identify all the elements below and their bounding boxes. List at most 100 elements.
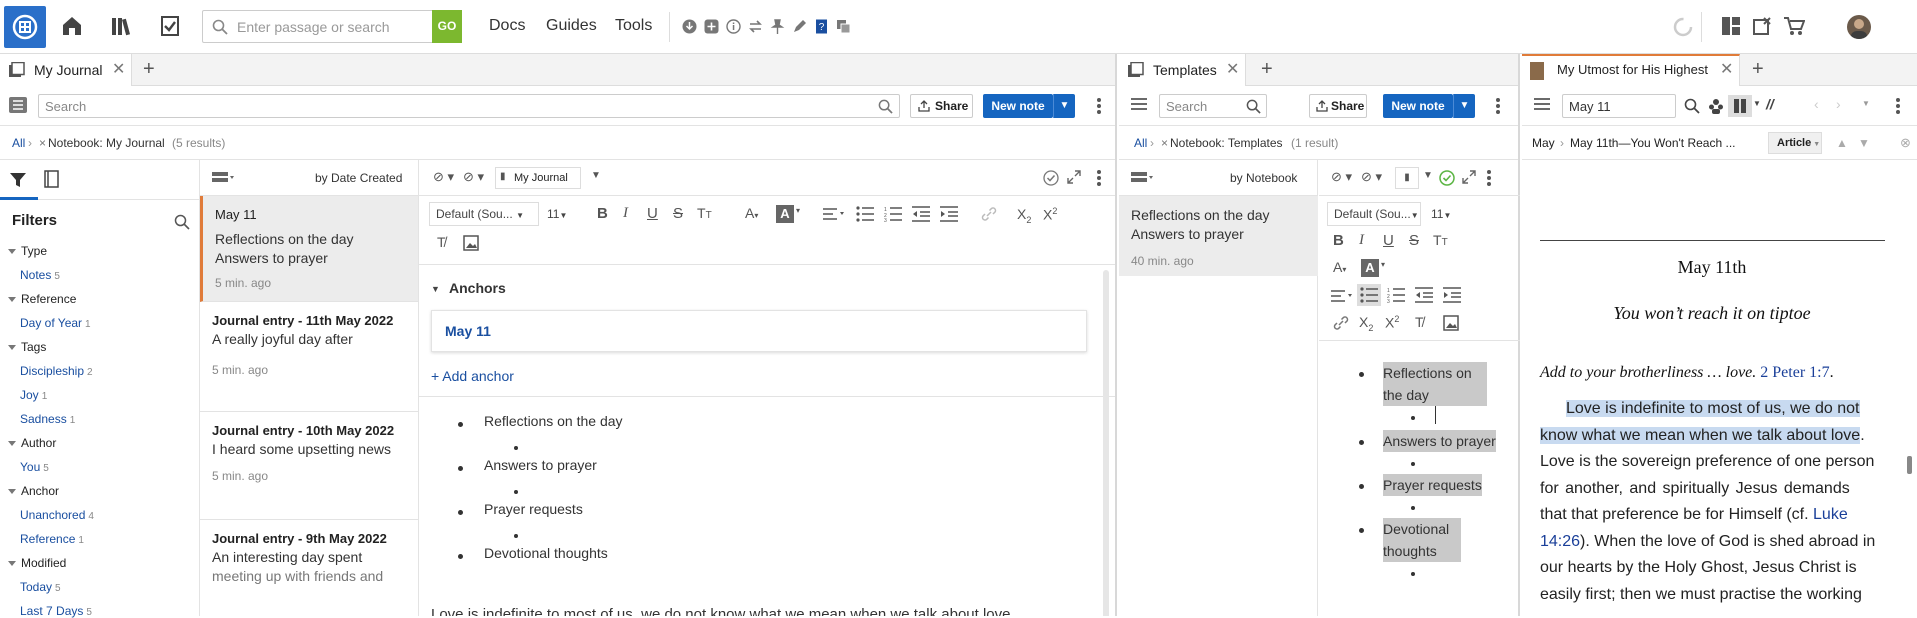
view-icon[interactable] <box>212 172 234 184</box>
filter-group-type[interactable]: Type <box>8 244 47 258</box>
note-card[interactable]: Journal entry - 11th May 2022 A really j… <box>200 302 418 412</box>
clear-icon[interactable]: ⊘ ▾ <box>1331 169 1352 185</box>
text-size-button[interactable]: TT <box>697 205 712 221</box>
more-icon[interactable] <box>1097 170 1101 186</box>
outdent-icon[interactable] <box>1415 287 1433 303</box>
people-icon[interactable] <box>1708 98 1724 114</box>
bullet-text[interactable]: Devotional thoughts <box>484 545 608 561</box>
underline-button[interactable]: U <box>647 205 658 222</box>
article-view-select[interactable]: Article ▼ <box>1768 132 1822 154</box>
crumb-all[interactable]: All <box>1134 126 1147 160</box>
numbered-list-icon[interactable]: 123 <box>1387 287 1405 303</box>
tab-my-utmost[interactable]: My Utmost for His Highest ✕ <box>1522 54 1740 86</box>
font-select[interactable]: Default (Sou... ▼ <box>429 202 539 226</box>
close-tab-icon[interactable]: ✕ <box>1226 54 1239 86</box>
clear-format-icon[interactable]: ⊘ ▾ <box>463 169 484 185</box>
pin-icon[interactable] <box>770 19 785 34</box>
insert-image-icon[interactable] <box>1443 315 1459 331</box>
journal-search[interactable] <box>38 94 900 118</box>
reference-box[interactable] <box>1562 94 1676 118</box>
share-button[interactable]: Share <box>910 94 973 118</box>
highlight-dropdown[interactable]: ▾ <box>1381 260 1385 269</box>
outdent-icon[interactable] <box>912 206 930 222</box>
share-button[interactable]: Share <box>1309 94 1367 118</box>
new-note-button[interactable]: New note <box>983 94 1053 118</box>
underline-button[interactable]: U <box>1383 232 1394 249</box>
passage-search-input[interactable] <box>237 17 417 37</box>
download-icon[interactable] <box>682 19 697 34</box>
clear-format-icon[interactable]: ⊘ ▾ <box>1361 169 1382 185</box>
bold-button[interactable]: B <box>597 205 608 222</box>
numbered-list-icon[interactable]: 123 <box>884 206 902 222</box>
bullet-text[interactable]: Answers to prayer <box>1383 430 1496 452</box>
align-icon[interactable] <box>1331 290 1353 302</box>
insert-image-icon[interactable] <box>463 235 479 251</box>
more-icon[interactable] <box>1097 98 1101 114</box>
journal-search-input[interactable] <box>45 98 845 114</box>
size-select[interactable]: 11▼ <box>547 202 575 226</box>
notebook-selector[interactable]: ▮ My Journal <box>495 167 581 189</box>
verse-link[interactable]: 2 Peter 1:7 <box>1760 364 1829 381</box>
indent-icon[interactable] <box>940 206 958 222</box>
clear-formatting-button[interactable]: T̸ <box>437 234 446 250</box>
notebook-dropdown-icon[interactable]: ▼ <box>591 170 601 181</box>
bullet-text[interactable]: Answers to prayer <box>484 457 597 473</box>
crumb-month[interactable]: May <box>1532 126 1555 160</box>
font-color-button[interactable]: A▾ <box>745 205 758 221</box>
sort-dropdown[interactable]: by Notebook <box>1230 171 1297 185</box>
anchor-link[interactable]: May 11 <box>445 323 491 339</box>
notebooks-tab-icon[interactable] <box>44 170 60 188</box>
forward-icon[interactable]: › <box>1836 96 1841 112</box>
text-size-button[interactable]: TT <box>1433 232 1448 248</box>
remove-filter-icon[interactable]: × <box>39 126 46 160</box>
filter-item[interactable]: Today 5 <box>20 580 61 594</box>
history-dropdown[interactable]: ▼ <box>1862 99 1870 108</box>
align-icon[interactable] <box>823 208 845 220</box>
reference-input[interactable] <box>1569 98 1669 114</box>
tab-templates[interactable]: Templates ✕ <box>1119 54 1246 86</box>
subscript-button[interactable]: X2 <box>1359 314 1373 333</box>
font-select[interactable]: Default (Sou...▼ <box>1327 202 1421 226</box>
anchors-toggle-icon[interactable]: ▼ <box>431 284 440 294</box>
more-icon[interactable] <box>1896 98 1900 114</box>
filter-group-author[interactable]: Author <box>8 436 56 450</box>
windows-icon[interactable] <box>836 19 851 34</box>
templates-search[interactable] <box>1159 94 1267 118</box>
bullet-list-icon[interactable] <box>856 206 874 222</box>
bullet-text[interactable]: Reflections on the day <box>1383 362 1487 406</box>
remove-filter-icon[interactable]: × <box>1161 126 1168 160</box>
indent-icon[interactable] <box>1443 287 1461 303</box>
filter-item[interactable]: Unanchored 4 <box>20 508 94 522</box>
note-card[interactable]: Journal entry - 10th May 2022 I heard so… <box>200 412 418 520</box>
parallel-icon[interactable]: // <box>1766 96 1774 112</box>
filter-item[interactable]: You 5 <box>20 460 49 474</box>
note-card[interactable]: Reflections on the day Answers to prayer… <box>1119 196 1318 276</box>
font-color-button[interactable]: A▾ <box>1333 259 1346 275</box>
bullet-text[interactable]: Devotional thoughts <box>1383 518 1461 562</box>
superscript-button[interactable]: X2 <box>1385 314 1399 331</box>
passage-search[interactable]: GO <box>202 10 462 43</box>
check-icon[interactable] <box>1043 170 1059 186</box>
guides-menu[interactable]: Guides <box>546 17 597 35</box>
bullet-text[interactable]: Reflections on the day <box>484 413 623 429</box>
home-icon[interactable] <box>60 14 84 38</box>
add-tab-icon[interactable]: + <box>143 58 155 81</box>
highlight-dropdown[interactable]: ▾ <box>796 206 800 215</box>
help-icon[interactable]: ? <box>814 19 829 34</box>
bullet-list-icon[interactable] <box>1357 284 1381 306</box>
new-note-dropdown[interactable]: ▼ <box>1053 94 1075 118</box>
close-tab-icon[interactable]: ✕ <box>112 54 125 86</box>
add-tab-icon[interactable]: + <box>1752 58 1764 81</box>
article-scrollbar[interactable] <box>1907 456 1912 474</box>
strikethrough-button[interactable]: S <box>673 205 683 222</box>
info-icon[interactable] <box>726 19 741 34</box>
filter-group-reference[interactable]: Reference <box>8 292 76 306</box>
size-select[interactable]: 11▼ <box>1431 202 1459 226</box>
italic-button[interactable]: I <box>1359 232 1364 249</box>
more-icon[interactable] <box>1496 98 1500 114</box>
clear-formatting-button[interactable]: T̸ <box>1415 314 1424 330</box>
add-tab-icon[interactable]: + <box>1261 58 1273 81</box>
tasks-icon[interactable] <box>158 14 182 38</box>
pen-icon[interactable] <box>792 19 807 34</box>
editor-scrollbar[interactable] <box>1103 270 1109 616</box>
